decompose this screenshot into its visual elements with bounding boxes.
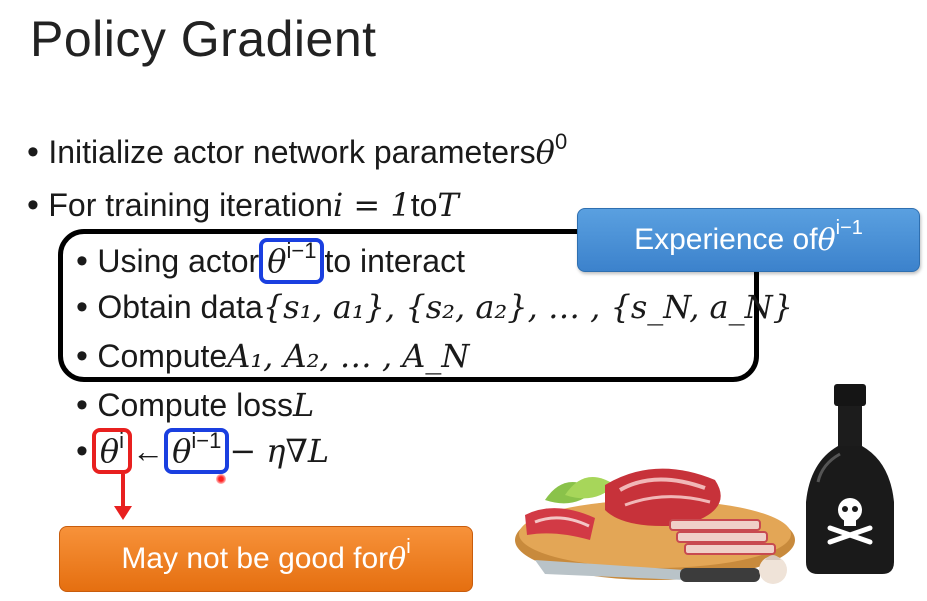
theta-symbol: θ <box>99 432 120 470</box>
theta-symbol: θ <box>172 432 192 470</box>
poison-bottle-image <box>806 384 894 574</box>
theta-superscript: i−1 <box>835 216 863 239</box>
assign-arrow: ← <box>132 433 165 469</box>
theta-symbol: θ <box>267 242 287 280</box>
iteration-limit: T <box>437 186 459 224</box>
sub-bullet-compute-loss: • Compute loss L <box>76 386 314 424</box>
theta-symbol: θ <box>535 133 555 171</box>
bullet-dot: • <box>76 288 98 326</box>
theta-symbol: θ <box>817 222 836 258</box>
bullet-dot: • <box>27 133 49 171</box>
theta-superscript: 0 <box>554 129 568 154</box>
bullet-text: Compute loss <box>97 387 293 423</box>
theta-superscript: i−1 <box>191 428 222 453</box>
sub-bullet-obtain-data: • Obtain data {s₁, a₁}, {s₂, a₂}, … , {s… <box>76 288 793 326</box>
bullet-dot: • <box>76 432 88 470</box>
sub-bullet-compute-advantage: • Compute A₁, A₂, … , A_N <box>76 337 469 375</box>
bullet-initialize: • Initialize actor network parameters θ … <box>27 129 567 171</box>
loss-symbol: L <box>293 386 315 424</box>
theta-old-highlight: θ i−1 <box>164 428 230 474</box>
theta-superscript: i <box>119 428 125 453</box>
sub-bullet-using-actor: • Using actor θ i−1 to interact <box>76 238 465 284</box>
data-set-math: {s₁, a₁}, {s₂, a₂}, … , {s_N, a_N} <box>262 288 793 326</box>
warning-callout: May not be good for θ i <box>59 526 473 592</box>
bullet-text: For training iteration <box>48 187 333 223</box>
bullet-for-training: • For training iteration i = 1 to T <box>27 186 459 224</box>
meat-board-image <box>515 468 795 584</box>
bullet-text: to interact <box>324 243 465 279</box>
sub-bullet-update-rule: • θ i ← θ i−1 − η∇L <box>76 428 329 474</box>
theta-superscript: i <box>406 535 411 558</box>
bullet-dot: • <box>27 186 49 224</box>
slide-title: Policy Gradient <box>30 11 377 67</box>
down-arrow-icon <box>114 474 132 520</box>
laser-pointer-dot <box>216 474 226 484</box>
theta-symbol: θ <box>388 541 407 577</box>
bullet-dot: • <box>76 242 98 280</box>
experience-callout: Experience of θ i−1 <box>577 208 920 272</box>
bullet-text-to: to <box>410 187 438 223</box>
advantage-math: A₁, A₂, … , A_N <box>227 337 470 375</box>
theta-new-highlight: θ i <box>91 428 133 474</box>
theta-old-highlight: θ i−1 <box>259 238 325 284</box>
iteration-math: i = 1 <box>332 186 411 224</box>
theta-superscript: i−1 <box>286 238 317 263</box>
gradient-term: − η∇L <box>229 432 330 470</box>
bullet-text: Obtain data <box>97 289 263 325</box>
bullet-text: Using actor <box>97 243 260 279</box>
bullet-text: Compute <box>97 338 228 374</box>
bullet-dot: • <box>76 337 98 375</box>
bullet-dot: • <box>76 386 98 424</box>
bullet-text: Initialize actor network parameters <box>48 134 536 170</box>
callout-text: May not be good for <box>121 542 389 575</box>
callout-text: Experience of <box>634 223 818 256</box>
